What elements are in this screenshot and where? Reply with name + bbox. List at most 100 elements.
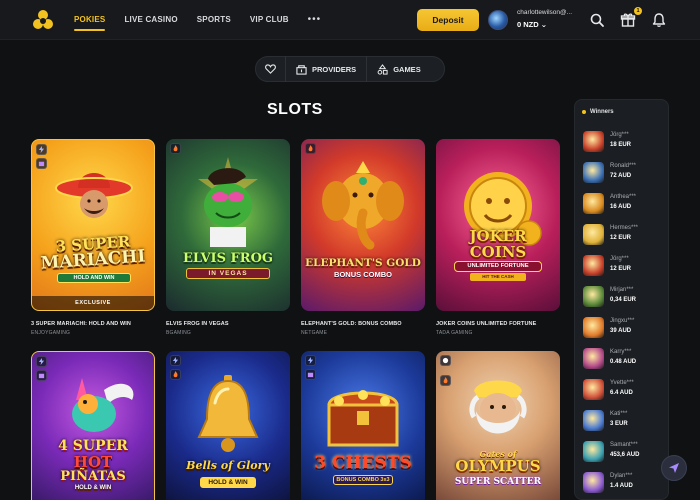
art-title: ELVIS FROG <box>182 251 274 266</box>
shapes-icon <box>377 63 388 75</box>
winner-row[interactable]: Mirjan*** 0,34 EUR <box>583 284 665 308</box>
favorites-button[interactable] <box>256 56 286 82</box>
winners-header: Winners <box>582 109 614 115</box>
bonus-icon <box>36 158 47 169</box>
elephant-art-icon <box>322 161 404 250</box>
game-card-joker-coins[interactable]: JOKER COINS UNLIMITED FORTUNE HIT THE CA… <box>436 139 560 311</box>
games-label: GAMES <box>393 64 421 74</box>
game-card-4-super-hot-pinatas[interactable]: 4 SUPER HOT PIÑATAS HOLD & WIN <box>31 351 155 500</box>
art-title: 3 CHESTS <box>314 453 412 473</box>
frog-art-icon <box>198 157 258 247</box>
bell-icon[interactable] <box>651 12 667 28</box>
art-subtitle: IN VEGAS <box>186 268 270 279</box>
filter-bar: PROVIDERS GAMES <box>255 56 445 82</box>
winner-row[interactable]: Kati*** 3 EUR <box>583 408 665 432</box>
balance-dropdown[interactable]: 0 NZD ⌄ <box>517 20 547 29</box>
art-subtitle: BONUS COMBO 3x3 <box>333 475 393 485</box>
games-button[interactable]: GAMES <box>367 56 431 82</box>
fire-icon <box>305 143 316 154</box>
winner-amount: 1.4 AUD <box>610 483 633 489</box>
art-subtitle: SUPER SCATTER <box>454 477 542 487</box>
winner-row[interactable]: Ronald*** 72 AUD <box>583 160 665 184</box>
winner-game-thumbnail[interactable] <box>583 410 604 431</box>
art-title: COINS <box>469 243 527 261</box>
more-menu-icon[interactable]: ••• <box>308 0 322 40</box>
game-card-elvis-frog[interactable]: ELVIS FROG IN VEGAS <box>166 139 290 311</box>
gift-icon[interactable] <box>620 12 636 28</box>
winner-row[interactable]: Anthea*** 16 AUD <box>583 191 665 215</box>
game-provider[interactable]: NETGAME <box>301 330 425 336</box>
deposit-button[interactable]: Deposit <box>417 9 479 31</box>
game-card-3-chests[interactable]: 3 CHESTS BONUS COMBO 3x3 <box>301 351 425 500</box>
game-name[interactable]: ELEPHANT'S GOLD: BONUS COMBO <box>301 321 425 327</box>
winner-row[interactable]: Dylan*** 1.4 AUD <box>583 470 665 494</box>
top-bar: POKIES LIVE CASINO SPORTS VIP CLUB ••• D… <box>0 0 700 40</box>
winner-row[interactable]: Karry*** 0.48 AUD <box>583 346 665 370</box>
winner-row[interactable]: Jingxu*** 39 AUD <box>583 315 665 339</box>
winner-name: Dylan*** <box>610 473 633 479</box>
winner-row[interactable]: Jörg*** 12 EUR <box>583 253 665 277</box>
search-icon[interactable] <box>589 12 605 28</box>
winner-game-thumbnail[interactable] <box>583 317 604 338</box>
avatar[interactable] <box>488 10 508 30</box>
lightning-icon <box>305 355 316 366</box>
bonus-icon <box>36 370 47 381</box>
winner-row[interactable]: Yvette*** 6.4 AUD <box>583 377 665 401</box>
art-subtitle: BONUS COMBO <box>334 270 392 279</box>
winner-name: Kati*** <box>610 411 628 417</box>
winner-amount: 18 EUR <box>610 142 632 148</box>
winner-amount: 12 EUR <box>610 266 632 272</box>
winner-amount: 3 EUR <box>610 421 628 427</box>
game-provider[interactable]: ENJOYGAMING <box>31 330 155 336</box>
winner-name: Jingxu*** <box>610 318 635 324</box>
winners-panel: Winners Jörg*** 18 EUR Ronald*** 72 AUD Anth… <box>574 99 669 500</box>
nav-vip-club[interactable]: VIP CLUB <box>250 0 289 40</box>
fire-icon <box>170 369 181 380</box>
winner-amount: 16 AUD <box>610 204 632 210</box>
winner-game-thumbnail[interactable] <box>583 224 604 245</box>
chat-button[interactable] <box>661 455 687 481</box>
game-card-3-super-mariachi[interactable]: 3 SUPER MARIACHI HOLD AND WIN EXCLUSIVE <box>31 139 155 311</box>
provider-icon <box>440 355 451 366</box>
winner-name: Ronald*** <box>610 163 637 169</box>
providers-button[interactable]: PROVIDERS <box>286 56 366 82</box>
game-name[interactable]: ELVIS FROG IN VEGAS <box>166 321 290 327</box>
winner-row[interactable]: Jörg*** 18 EUR <box>583 129 665 153</box>
game-provider[interactable]: TADA GAMING <box>436 330 560 336</box>
winner-game-thumbnail[interactable] <box>583 255 604 276</box>
winner-game-thumbnail[interactable] <box>583 131 604 152</box>
winner-game-thumbnail[interactable] <box>583 348 604 369</box>
art-title: PIÑATAS <box>60 469 126 484</box>
section-title: SLOTS <box>267 101 323 118</box>
winner-game-thumbnail[interactable] <box>583 193 604 214</box>
nav-live-casino[interactable]: LIVE CASINO <box>124 0 177 40</box>
winner-game-thumbnail[interactable] <box>583 441 604 462</box>
game-card-bells-of-glory[interactable]: Bells of Glory HOLD & WIN <box>166 351 290 500</box>
game-name[interactable]: 3 SUPER MARIACHI: HOLD AND WIN <box>31 321 155 327</box>
game-card-gates-of-olympus[interactable]: Gates of OLYMPUS SUPER SCATTER <box>436 351 560 500</box>
pinata-art-icon <box>72 378 134 432</box>
winner-game-thumbnail[interactable] <box>583 472 604 493</box>
game-card-elephants-gold[interactable]: ELEPHANT'S GOLD BONUS COMBO <box>301 139 425 311</box>
nav-sports[interactable]: SPORTS <box>197 0 231 40</box>
winner-game-thumbnail[interactable] <box>583 379 604 400</box>
winner-amount: 39 AUD <box>610 328 632 334</box>
winner-name: Hermes*** <box>610 225 639 231</box>
mariachi-art-icon <box>55 173 133 218</box>
winner-amount: 72 AUD <box>610 173 632 179</box>
art-title: ELEPHANT'S GOLD <box>305 257 421 269</box>
art-tagline: HIT THE CASH <box>470 273 526 281</box>
winner-amount: 6.4 AUD <box>610 390 633 396</box>
winner-name: Mirjan*** <box>610 287 634 293</box>
game-provider[interactable]: BGAMING <box>166 330 290 336</box>
winner-row[interactable]: Samant*** 453,6 AUD <box>583 439 665 463</box>
user-name: charlottewilson@... <box>517 9 573 16</box>
winner-row[interactable]: Hermes*** 12 EUR <box>583 222 665 246</box>
logo-icon[interactable] <box>33 9 53 31</box>
game-name[interactable]: JOKER COINS UNLIMITED FORTUNE <box>436 321 560 327</box>
winner-name: Yvette*** <box>610 380 634 386</box>
send-icon <box>669 463 679 473</box>
winner-game-thumbnail[interactable] <box>583 162 604 183</box>
winner-game-thumbnail[interactable] <box>583 286 604 307</box>
nav-pokies[interactable]: POKIES <box>74 0 106 40</box>
